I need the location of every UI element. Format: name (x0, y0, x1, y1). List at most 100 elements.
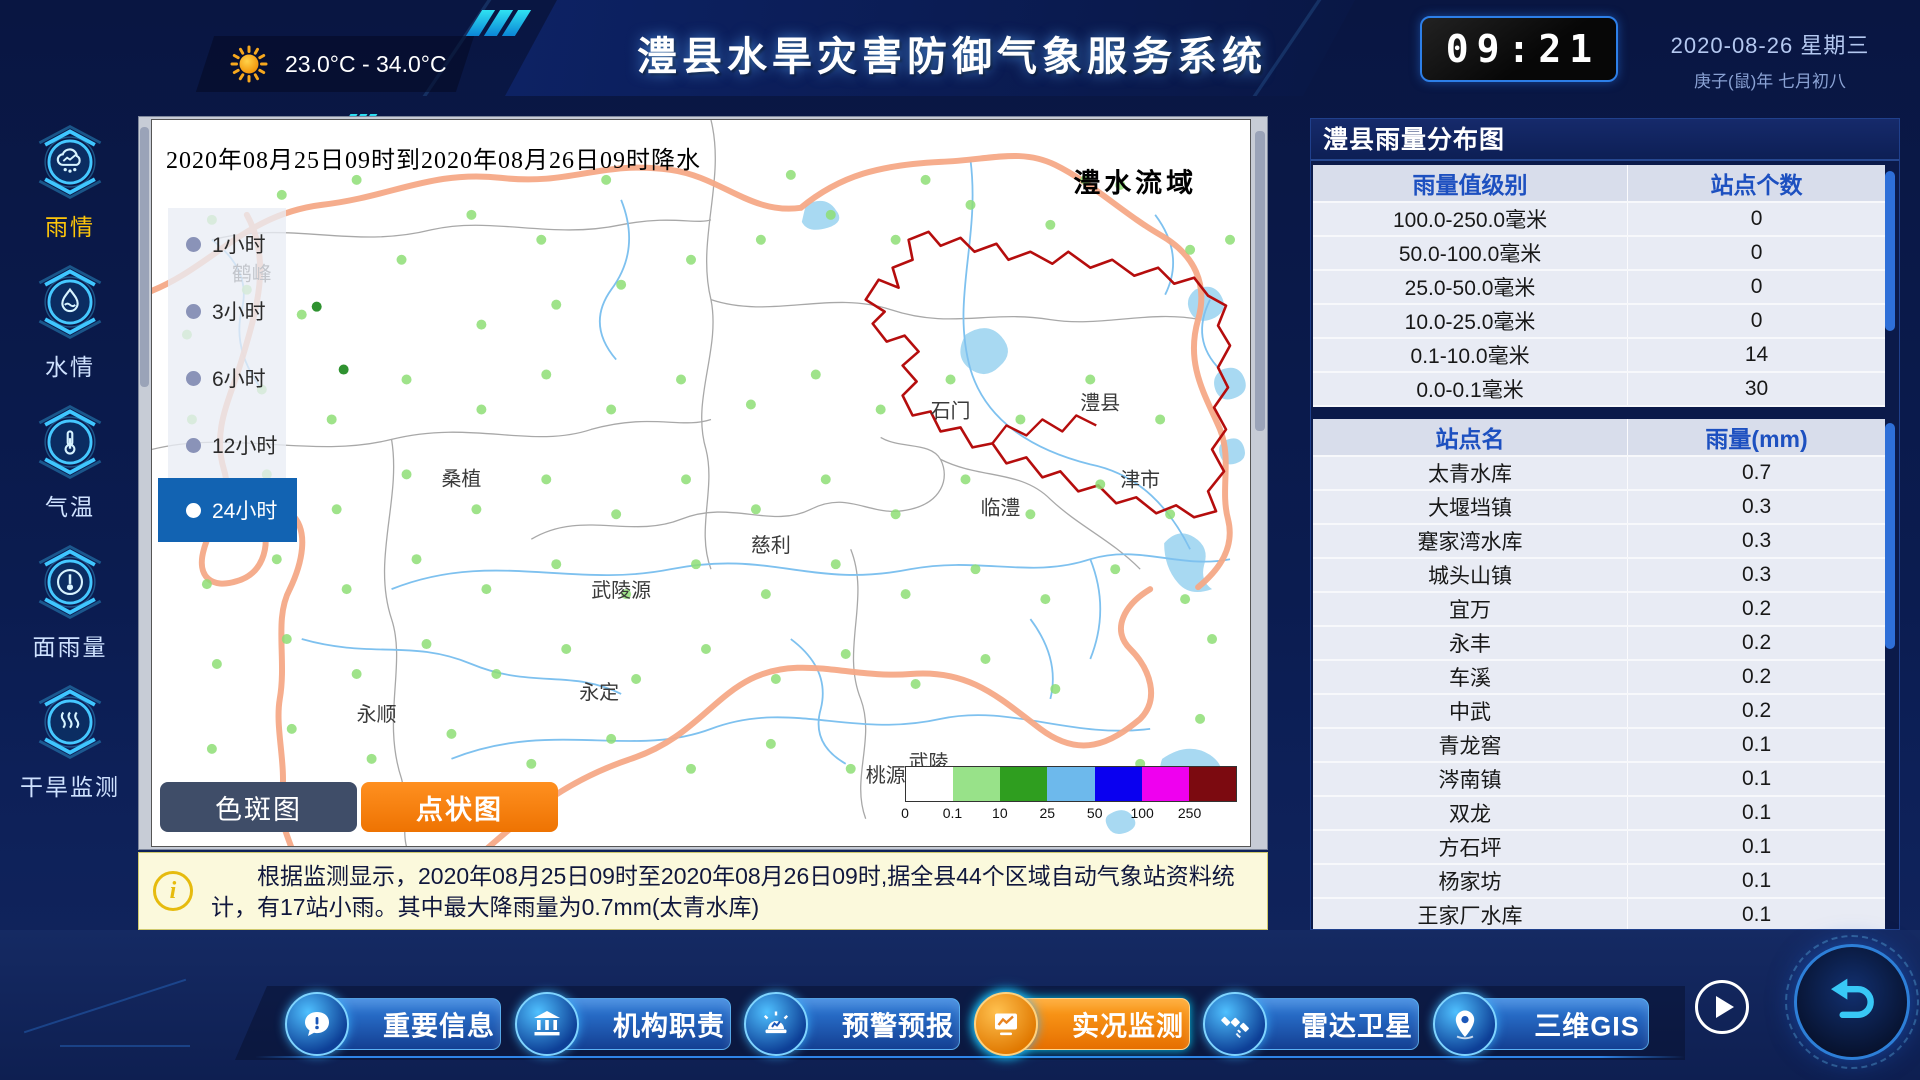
return-button[interactable] (1794, 944, 1910, 1060)
table-header-row: 站点名 雨量(mm) (1313, 419, 1885, 456)
station-dot (422, 639, 432, 649)
pin-icon (1433, 992, 1497, 1056)
table-cell: 0.3 (1628, 490, 1885, 524)
station-dot (821, 474, 831, 484)
table-cell: 0.2 (1628, 592, 1885, 626)
legend-color-segment (906, 767, 953, 801)
sidebar-item-area-rain[interactable]: 面雨量 (10, 538, 130, 678)
map-place-label: 石门 (931, 399, 971, 422)
time-option-3小时[interactable]: 3小时 (168, 289, 286, 333)
station-scroll-thumb[interactable] (1885, 423, 1895, 649)
station-dot (282, 634, 292, 644)
table-cell: 0.2 (1628, 626, 1885, 660)
view-button-spot[interactable]: 色斑图 (160, 782, 357, 832)
station-dot (846, 764, 856, 774)
nav-item-gis-3d[interactable]: 三维GIS (1433, 992, 1651, 1056)
sidebar-nav: 雨情 水情 气温 面雨量 干旱监测 (10, 118, 130, 818)
table-cell: 大堰垱镇 (1313, 490, 1628, 524)
nav-item-important-info[interactable]: 重要信息 (285, 992, 503, 1056)
station-dot (561, 644, 571, 654)
table-row: 涔南镇0.1 (1313, 762, 1885, 796)
table-cell: 50.0-100.0毫米 (1313, 236, 1628, 270)
station-dot (946, 375, 956, 385)
nav-item-label: 预警预报 (840, 1005, 956, 1044)
nav-item-warning-forecast[interactable]: 预警预报 (744, 992, 962, 1056)
table-cell: 车溪 (1313, 660, 1628, 694)
station-dot (1225, 235, 1235, 245)
table-cell: 城头山镇 (1313, 558, 1628, 592)
station-dot-dark (339, 365, 349, 375)
table-cell: 0.1 (1628, 830, 1885, 864)
play-button[interactable] (1695, 980, 1749, 1034)
station-dot (536, 235, 546, 245)
station-dot (756, 235, 766, 245)
siren-icon (744, 992, 808, 1056)
radio-dot-icon (186, 237, 201, 252)
time-option-12小时[interactable]: 12小时 (168, 423, 286, 467)
notice-text: 根据监测显示，2020年08月25日09时至2020年08月26日09时,据全县… (211, 853, 1267, 923)
sidebar-item-air-temp[interactable]: 气温 (10, 398, 130, 538)
station-dot (876, 404, 886, 414)
station-dot (681, 474, 691, 484)
map-place-label: 永定 (579, 681, 619, 704)
table-cell: 蹇家湾水库 (1313, 524, 1628, 558)
rain-icon (26, 118, 114, 206)
sidebar-item-water[interactable]: 水情 (10, 258, 130, 398)
panel-title: 澧县雨量分布图 (1311, 119, 1899, 161)
station-dot (412, 554, 422, 564)
table-cell: 0.1-10.0毫米 (1313, 338, 1628, 372)
station-dot (911, 679, 921, 689)
time-option-label: 6小时 (212, 363, 266, 393)
station-dot (891, 235, 901, 245)
map-vscrollbar-left[interactable] (140, 127, 149, 387)
distribution-scroll-thumb[interactable] (1885, 171, 1895, 331)
table-row: 0.1-10.0毫米14 (1313, 338, 1885, 372)
temp-icon (26, 398, 114, 486)
station-dot (786, 170, 796, 180)
station-dot (891, 509, 901, 519)
nav-item-label: 实况监测 (1070, 1005, 1186, 1044)
app-root: 23.0°C - 34.0°C 澧县水旱灾害防御气象服务系统 09:21 202… (0, 0, 1920, 1080)
station-dot (606, 734, 616, 744)
legend-tick: 250 (1178, 805, 1201, 821)
table-cell: 王家厂水库 (1313, 898, 1628, 930)
station-dot (961, 474, 971, 484)
table-row: 10.0-25.0毫米0 (1313, 304, 1885, 338)
station-dot (287, 724, 297, 734)
table-cell: 0.1 (1628, 898, 1885, 930)
table-cell: 0 (1628, 304, 1885, 338)
time-option-6小时[interactable]: 6小时 (168, 356, 286, 400)
sidebar-item-drought[interactable]: 干旱监测 (10, 678, 130, 818)
station-dot (980, 654, 990, 664)
map-vscrollbar-right[interactable] (1255, 131, 1265, 431)
table-cell: 0.2 (1628, 694, 1885, 728)
nav-item-live-monitoring[interactable]: 实况监测 (974, 992, 1192, 1056)
monitor-icon (974, 992, 1038, 1056)
water-icon (26, 258, 114, 346)
station-dot (686, 764, 696, 774)
sidebar-item-rain[interactable]: 雨情 (10, 118, 130, 258)
legend-color-segment (1095, 767, 1142, 801)
table-cell: 100.0-250.0毫米 (1313, 202, 1628, 236)
time-option-24小时[interactable]: 24小时 (158, 478, 297, 542)
map-frame: 鹤峰桑植石门澧县津市临澧慈利武陵源永顺永定桃源武陵澧水流域 2020年08月25… (138, 116, 1268, 850)
page-title: 澧县水旱灾害防御气象服务系统 (637, 24, 1267, 82)
bottom-nav-line (255, 1056, 1685, 1058)
legend-color-segment (953, 767, 1000, 801)
station-dot (476, 404, 486, 414)
nav-item-radar-satellite[interactable]: 雷达卫星 (1203, 992, 1421, 1056)
temperature-widget: 23.0°C - 34.0°C (205, 36, 465, 92)
station-dot (327, 414, 337, 424)
table-cell: 宜万 (1313, 592, 1628, 626)
station-dot (1045, 220, 1055, 230)
station-dot (631, 674, 641, 684)
view-button-dot[interactable]: 点状图 (361, 782, 558, 832)
time-option-1小时[interactable]: 1小时 (168, 222, 286, 266)
map-place-label: 桑植 (441, 467, 481, 490)
clock-widget: 09:21 (1420, 16, 1618, 82)
nav-item-agency-duty[interactable]: 机构职责 (515, 992, 733, 1056)
station-dot (541, 370, 551, 380)
table-cell: 杨家坊 (1313, 864, 1628, 898)
table-cell: 14 (1628, 338, 1885, 372)
station-dot (1095, 479, 1105, 489)
